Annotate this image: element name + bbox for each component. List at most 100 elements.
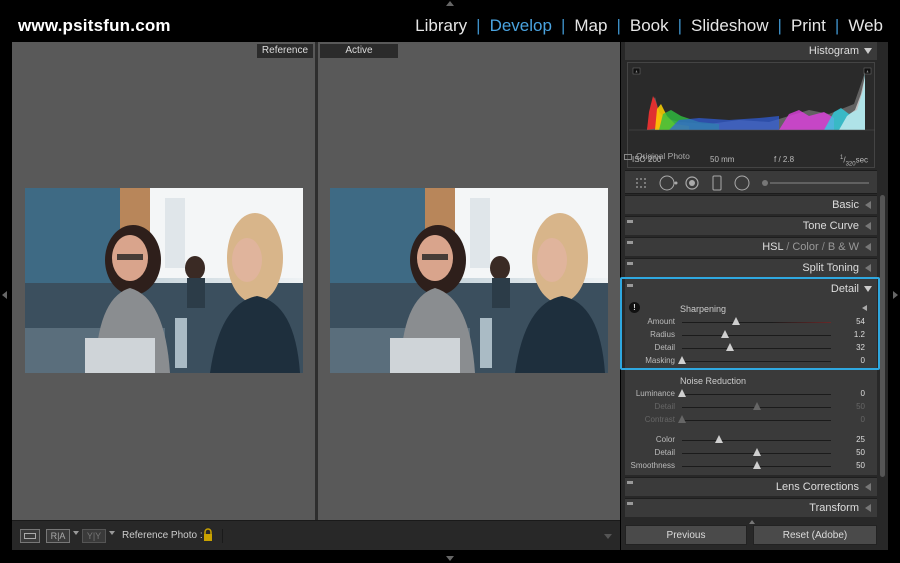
slider-value[interactable]: 50 (856, 461, 865, 470)
slider-detail[interactable]: Detail 50 (625, 447, 877, 459)
toolbar-options-icon[interactable] (604, 534, 612, 539)
reference-view: Reference Active (12, 42, 620, 520)
module-library[interactable]: Library (406, 16, 476, 36)
reference-view-button[interactable]: R|A (46, 529, 70, 543)
slider-thumb[interactable] (715, 435, 724, 443)
basic-panel-header[interactable]: Basic (625, 195, 877, 214)
reset-button[interactable]: Reset (Adobe) (753, 525, 877, 545)
slider-track[interactable] (682, 420, 831, 421)
expand-icon[interactable] (865, 201, 871, 209)
slider-track[interactable] (682, 394, 831, 395)
slider-luminance[interactable]: Luminance 0 (625, 388, 877, 400)
slider-label: Smoothness (630, 461, 675, 470)
reference-photo-label: Reference Photo : (122, 530, 203, 541)
exif-shutter: 1/320sec (840, 155, 869, 168)
module-book[interactable]: Book (621, 16, 678, 36)
slider-label: Color (655, 435, 675, 444)
previous-button[interactable]: Previous (625, 525, 747, 545)
module-web[interactable]: Web (839, 16, 892, 36)
reference-label: Reference (257, 44, 313, 58)
hsl-panel-header[interactable]: HSL / Color / B & W (625, 237, 877, 256)
histogram-title: Histogram (808, 45, 859, 57)
slider-value[interactable]: 25 (856, 435, 865, 444)
slider-thumb[interactable] (752, 402, 761, 410)
panel-scrollbar[interactable] (880, 195, 885, 477)
left-panel-toggle-icon[interactable] (2, 291, 7, 299)
tone-curve-panel-header[interactable]: Tone Curve (625, 216, 877, 235)
right-panel-toggle-icon[interactable] (893, 291, 898, 299)
lens-corrections-title: Lens Corrections (775, 481, 859, 493)
active-photo[interactable] (330, 188, 608, 373)
red-eye-icon[interactable] (685, 176, 699, 190)
slider-value[interactable]: 50 (856, 402, 865, 411)
transform-title: Transform (809, 502, 859, 514)
reference-pane[interactable]: Reference (12, 42, 315, 520)
module-slideshow[interactable]: Slideshow (682, 16, 778, 36)
expand-icon[interactable] (865, 243, 871, 251)
slider-smoothness[interactable]: Smoothness 50 (625, 460, 877, 472)
slider-color[interactable]: Color 25 (625, 434, 877, 446)
filmstrip-toggle-icon[interactable] (446, 556, 454, 561)
before-after-dropdown-icon[interactable] (109, 531, 115, 535)
histogram-header[interactable]: Histogram (625, 42, 877, 60)
transform-panel-header[interactable]: Transform (625, 498, 877, 517)
slider-value[interactable]: 0 (861, 415, 865, 424)
module-develop[interactable]: Develop (481, 16, 561, 36)
before-after-button[interactable]: Y|Y (82, 529, 106, 543)
top-panel-toggle-icon[interactable] (446, 1, 454, 6)
view-mode-dropdown-icon[interactable] (73, 531, 79, 535)
slider-value[interactable]: 50 (856, 448, 865, 457)
module-map[interactable]: Map (565, 16, 616, 36)
panel-switch-icon[interactable] (627, 241, 633, 244)
panel-switch-icon[interactable] (627, 502, 633, 505)
slider-label: Detail (654, 402, 675, 411)
lock-icon[interactable] (203, 528, 213, 542)
noise-reduction-heading: Noise Reduction (680, 376, 747, 386)
slider-thumb[interactable] (752, 448, 761, 456)
original-photo-label: Original Photo (636, 151, 690, 161)
active-pane[interactable]: Active (318, 42, 620, 520)
hsl-separator: / (783, 241, 793, 253)
radial-filter-icon[interactable] (734, 175, 750, 191)
graduated-filter-icon[interactable] (712, 175, 722, 191)
crop-overlay-icon[interactable] (636, 178, 646, 188)
module-print[interactable]: Print (782, 16, 835, 36)
shutter-numerator: 1 (840, 155, 844, 161)
expand-icon[interactable] (865, 264, 871, 272)
reference-photo-field[interactable] (222, 529, 612, 543)
adjustment-brush-icon[interactable] (762, 180, 768, 186)
slider-thumb[interactable] (678, 415, 686, 423)
loupe-icon (24, 533, 36, 539)
bw-tab[interactable]: B & W (828, 241, 859, 253)
slider-value[interactable]: 0 (861, 389, 865, 398)
original-photo-toggle[interactable]: Original Photo (624, 151, 690, 161)
bottom-buttons: Previous Reset (Adobe) (625, 520, 877, 547)
shutter-denominator: 320 (845, 161, 856, 168)
slider-track[interactable] (682, 440, 831, 441)
expand-icon[interactable] (865, 504, 871, 512)
panel-switch-icon[interactable] (627, 481, 633, 484)
color-tab[interactable]: Color (792, 241, 818, 253)
split-toning-panel-header[interactable]: Split Toning (625, 258, 877, 277)
panel-switch-icon[interactable] (627, 220, 633, 223)
slider-detail[interactable]: Detail 50 (625, 401, 877, 413)
slider-thumb[interactable] (678, 389, 686, 397)
slider-contrast[interactable]: Contrast 0 (625, 414, 877, 426)
panel-switch-icon[interactable] (627, 262, 633, 265)
tool-strip (625, 170, 877, 194)
expand-icon[interactable] (865, 483, 871, 491)
slider-label: Detail (654, 448, 675, 457)
basic-title: Basic (832, 199, 859, 211)
hsl-title: HSL / Color / B & W (762, 241, 859, 253)
slider-thumb[interactable] (752, 461, 761, 469)
collapse-icon[interactable] (864, 48, 872, 54)
original-photo-checkbox[interactable] (624, 153, 632, 160)
loupe-view-button[interactable] (20, 529, 40, 543)
expand-icon[interactable] (865, 222, 871, 230)
hsl-tab[interactable]: HSL (762, 241, 783, 253)
photo-image (25, 188, 303, 373)
lens-corrections-panel-header[interactable]: Lens Corrections (625, 477, 877, 496)
reference-photo[interactable] (25, 188, 303, 373)
spot-removal-icon[interactable] (659, 175, 678, 191)
active-label: Active (320, 44, 398, 58)
